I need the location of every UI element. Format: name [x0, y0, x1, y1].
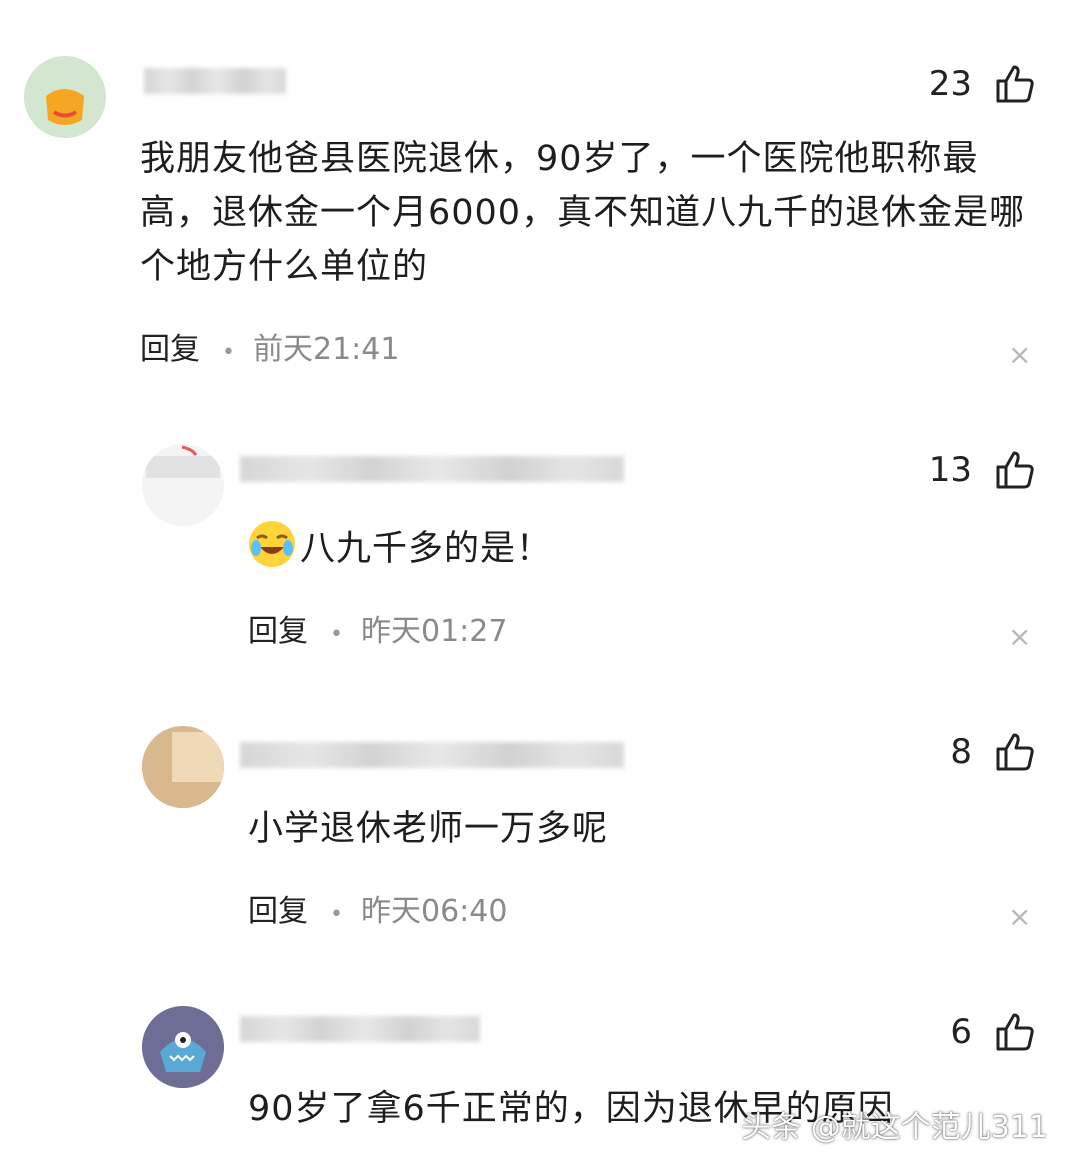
- timestamp: 昨天06:40: [360, 894, 508, 929]
- reply-button[interactable]: 回复: [248, 894, 308, 929]
- comment-text: 八九千多的是！: [300, 529, 553, 569]
- username-blurred[interactable]: [240, 1016, 480, 1042]
- reply-button[interactable]: 回复: [140, 332, 200, 367]
- close-icon[interactable]: ×: [1008, 623, 1031, 651]
- reply-row: 回复 • 昨天01:27: [248, 612, 507, 652]
- thumbs-up-icon[interactable]: [994, 63, 1036, 105]
- reply-row: 回复 • 昨天06:40: [248, 892, 507, 932]
- reply-row: 回复 • 前天21:41: [140, 330, 399, 370]
- comment-2: 13 八九千多的是！ 回复 • 昨天01:27 ×: [0, 400, 1074, 690]
- crying-laughing-emoji: [249, 521, 295, 567]
- timestamp: 昨天01:27: [360, 614, 508, 649]
- separator-dot: •: [222, 340, 235, 365]
- comment-1: 23 我朋友他爸县医院退休，90岁了，一个医院他职称最高，退休金一个月6000，…: [0, 0, 1074, 400]
- username-blurred[interactable]: [240, 456, 624, 482]
- thumbs-up-icon[interactable]: [994, 1011, 1036, 1053]
- username-blurred[interactable]: [240, 742, 624, 768]
- thumbs-up-icon[interactable]: [994, 449, 1036, 491]
- separator-dot: •: [330, 622, 343, 647]
- like-count: 13: [928, 450, 972, 490]
- separator-dot: •: [330, 902, 343, 927]
- comment-text-row: 八九千多的是！: [248, 520, 1008, 576]
- close-icon[interactable]: ×: [1008, 903, 1031, 931]
- avatar[interactable]: [142, 444, 224, 526]
- comment-text: 我朋友他爸县医院退休，90岁了，一个医院他职称最高，退休金一个月6000，真不知…: [140, 139, 1026, 287]
- comment-text: 小学退休老师一万多呢: [248, 809, 609, 849]
- avatar[interactable]: [24, 56, 106, 138]
- like-count: 8: [950, 732, 972, 772]
- like-count: 6: [950, 1012, 972, 1052]
- comment-3: 8 小学退休老师一万多呢 回复 • 昨天06:40 ×: [0, 690, 1074, 980]
- close-icon[interactable]: ×: [1008, 341, 1031, 369]
- timestamp: 前天21:41: [252, 332, 400, 367]
- watermark: 头条 @就这个范儿311: [741, 1110, 1048, 1145]
- like-count: 23: [928, 64, 972, 104]
- avatar[interactable]: [142, 1006, 224, 1088]
- username-blurred[interactable]: [144, 68, 286, 94]
- thumbs-up-icon[interactable]: [994, 731, 1036, 773]
- avatar[interactable]: [142, 726, 224, 808]
- reply-button[interactable]: 回复: [248, 614, 308, 649]
